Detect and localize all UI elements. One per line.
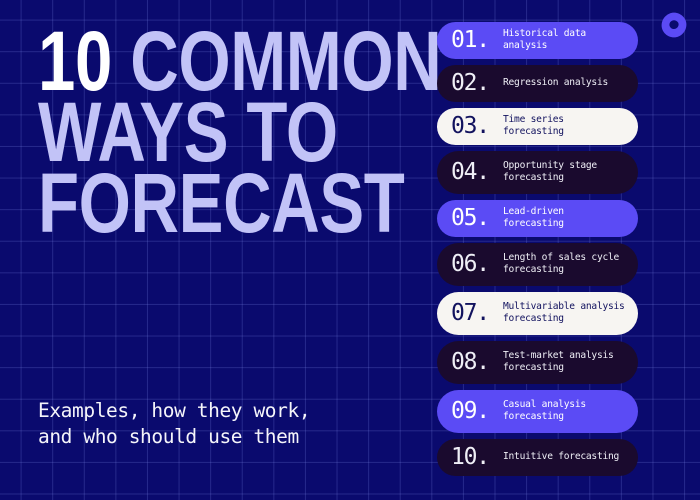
subtitle-text: Examples, how they work, and who should … [38,399,311,448]
list-item-label: Opportunity stage forecasting [503,159,597,183]
headline-block: 10 COMMON WAYS TO FORECAST [38,19,442,250]
list-item-label: Multivariable analysis forecasting [503,300,625,324]
list-item-number: 05. [451,204,490,231]
list-item[interactable]: 07. Multivariable analysis forecasting [437,292,638,335]
list-item-label: Intuitive forecasting [503,450,620,462]
list-item[interactable]: 03. Time series forecasting [437,108,638,145]
list-item-number: 01. [451,26,490,53]
list-item[interactable]: 06. Length of sales cycle forecasting [437,243,638,286]
list-item-label: Regression analysis [503,76,608,88]
list-item-number: 08. [451,348,490,375]
infographic-poster: 10 COMMON WAYS TO FORECAST Examples, how… [0,0,700,500]
list-item-number: 04. [451,158,490,185]
list-item[interactable]: 04. Opportunity stage forecasting [437,151,638,194]
list-item[interactable]: 02. Regression analysis [437,65,638,102]
list-item-label: Length of sales cycle forecasting [503,251,620,275]
list-item-label: Test-market analysis forecasting [503,349,614,373]
list-item[interactable]: 09. Casual analysis forecasting [437,390,638,433]
list-item-number: 07. [451,299,490,326]
brand-blob-logo [660,11,688,39]
list-item[interactable]: 01. Historical data analysis [437,22,638,59]
list-item-label: Casual analysis forecasting [503,398,586,422]
list-item[interactable]: 10. Intuitive forecasting [437,439,638,476]
list-item-number: 09. [451,397,490,424]
list-item[interactable]: 05. Lead-driven forecasting [437,200,638,237]
list-item-label: Lead-driven forecasting [503,205,564,229]
list-item-number: 02. [451,69,490,96]
list-item[interactable]: 08. Test-market analysis forecasting [437,341,638,384]
forecast-methods-list: 01. Historical data analysis 02. Regression… [437,22,638,476]
list-item-number: 06. [451,250,490,277]
list-item-label: Time series forecasting [503,113,564,137]
list-item-label: Historical data analysis [503,27,586,51]
list-item-number: 03. [451,112,490,139]
headline-line-3: FORECAST [38,155,405,250]
list-item-number: 10. [451,443,490,470]
